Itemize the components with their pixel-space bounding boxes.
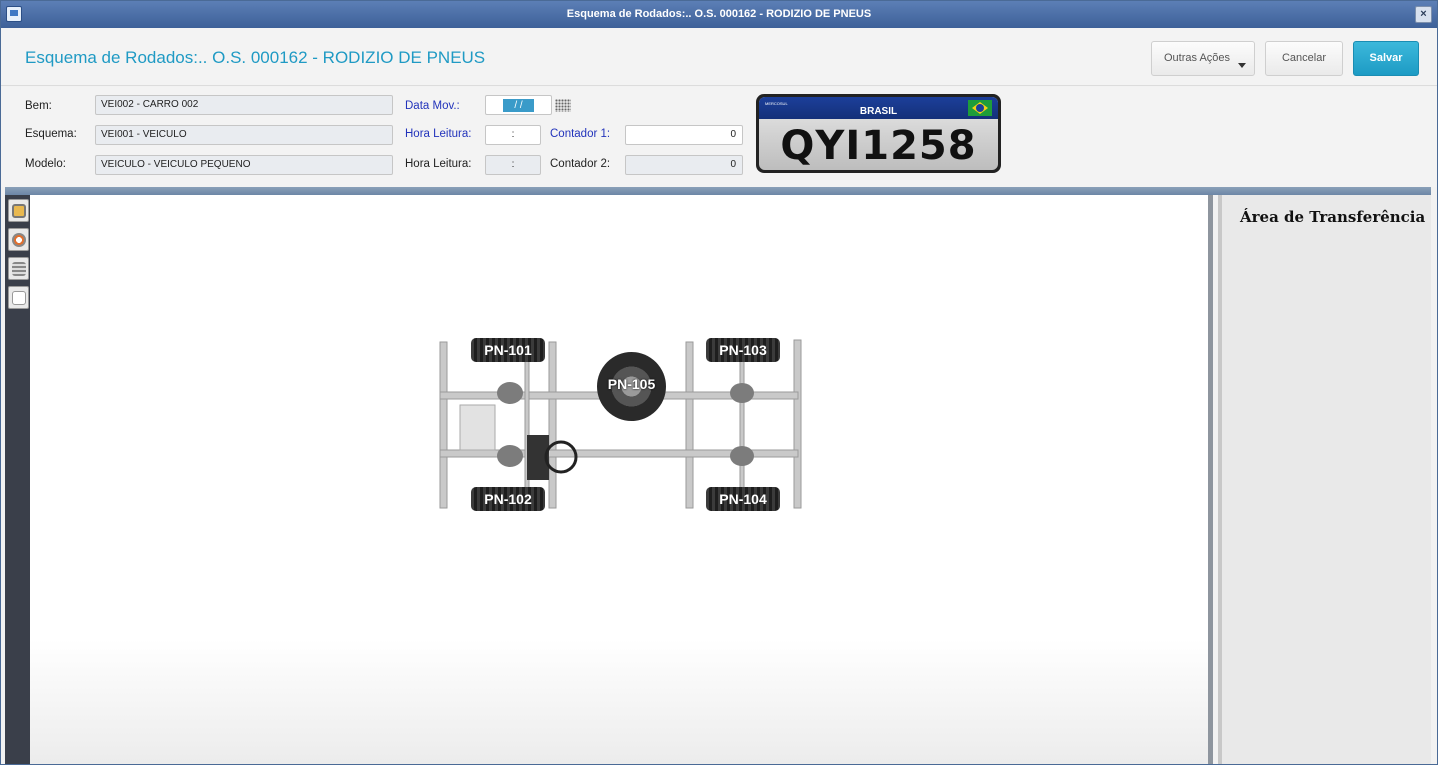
tire-pn-101-label: PN-101 [484, 342, 532, 358]
app-window: Esquema de Rodados:.. O.S. 000162 - RODI… [0, 0, 1438, 765]
rear-axle [739, 354, 745, 496]
license-plate: MERCOSUL BRASIL QYI1258 [756, 94, 1001, 173]
esquema-field[interactable]: VEI001 - VEICULO [95, 125, 393, 145]
chassis-front-rail [439, 341, 448, 509]
chassis-rail-3 [685, 341, 694, 509]
spare-tire-pn-105[interactable]: PN-105 [597, 352, 666, 421]
tire-pn-105-label: PN-105 [607, 376, 656, 392]
chassis-rail-2 [548, 341, 557, 509]
cancel-button[interactable]: Cancelar [1265, 41, 1343, 76]
contador2-field[interactable]: 0 [625, 155, 743, 175]
layers-icon [12, 262, 26, 276]
esquema-label: Esquema: [25, 128, 77, 140]
front-hub-top [497, 382, 523, 404]
tire-pn-103[interactable]: PN-103 [706, 338, 780, 362]
hora-leitura-label-1: Hora Leitura: [405, 128, 472, 140]
tire-scheme-canvas: PN-101 PN-102 PN-103 PN-104 PN-105 [30, 195, 1213, 764]
hora-leitura-field-1[interactable]: : [485, 125, 541, 145]
transfer-area-title: Área de Transferência [1240, 208, 1426, 226]
modelo-label: Modelo: [25, 158, 66, 170]
transfer-area[interactable]: Área de Transferência [1218, 195, 1431, 764]
outras-acoes-button[interactable]: Outras Ações [1151, 41, 1255, 76]
pin-icon [12, 291, 26, 305]
save-button[interactable]: Salvar [1353, 41, 1419, 76]
page-header: Esquema de Rodados:.. O.S. 000162 - RODI… [1, 28, 1437, 86]
window-icon [6, 6, 22, 22]
bem-label: Bem: [25, 100, 52, 112]
modelo-field[interactable]: VEICULO - VEICULO PEQUENO [95, 155, 393, 175]
left-toolbar [5, 195, 30, 764]
tire-pn-104[interactable]: PN-104 [706, 487, 780, 511]
page-title: Esquema de Rodados:.. O.S. 000162 - RODI… [25, 48, 486, 67]
contador1-field[interactable]: 0 [625, 125, 743, 145]
calendar-icon[interactable] [555, 99, 571, 112]
magnifier-icon [12, 204, 26, 218]
title-bar: Esquema de Rodados:.. O.S. 000162 - RODI… [1, 1, 1437, 28]
section-divider [5, 187, 1431, 195]
window-title: Esquema de Rodados:.. O.S. 000162 - RODI… [566, 8, 872, 20]
data-mov-label: Data Mov.: [405, 100, 460, 112]
zoom-tool-button[interactable] [8, 199, 29, 222]
caret-down-icon [1238, 63, 1246, 68]
data-mov-field[interactable]: / / [485, 95, 552, 115]
gauge-icon [12, 233, 26, 247]
close-button[interactable]: × [1415, 6, 1432, 23]
tire-pn-102[interactable]: PN-102 [471, 487, 545, 511]
tire-pn-103-label: PN-103 [719, 342, 767, 358]
hora-leitura-field-2[interactable]: : [485, 155, 541, 175]
hora-leitura-label-2: Hora Leitura: [405, 158, 472, 170]
rear-hub-top [730, 383, 754, 403]
tire-pn-104-label: PN-104 [719, 491, 767, 507]
brazil-flag-icon [968, 100, 992, 116]
front-hub-bottom [497, 445, 523, 467]
chassis-rear-rail [793, 339, 802, 509]
header-form: Bem: VEI002 - CARRO 002 Esquema: VEI001 … [1, 87, 1437, 187]
vehicle-chassis-diagram [439, 339, 802, 509]
rear-hub-bottom [730, 446, 754, 466]
contador2-label: Contador 2: [550, 158, 611, 170]
contador1-label: Contador 1: [550, 128, 611, 140]
outras-acoes-label: Outras Ações [1164, 52, 1231, 64]
tire-pn-101[interactable]: PN-101 [471, 338, 545, 362]
tire-pn-102-label: PN-102 [484, 491, 532, 507]
engine-block [459, 404, 496, 451]
layers-tool-button[interactable] [8, 257, 29, 280]
pin-tool-button[interactable] [8, 286, 29, 309]
data-mov-value: / / [503, 99, 534, 112]
plate-country: BRASIL [859, 106, 898, 117]
gauge-tool-button[interactable] [8, 228, 29, 251]
plate-number: QYI1258 [780, 123, 977, 169]
bem-field[interactable]: VEI002 - CARRO 002 [95, 95, 393, 115]
